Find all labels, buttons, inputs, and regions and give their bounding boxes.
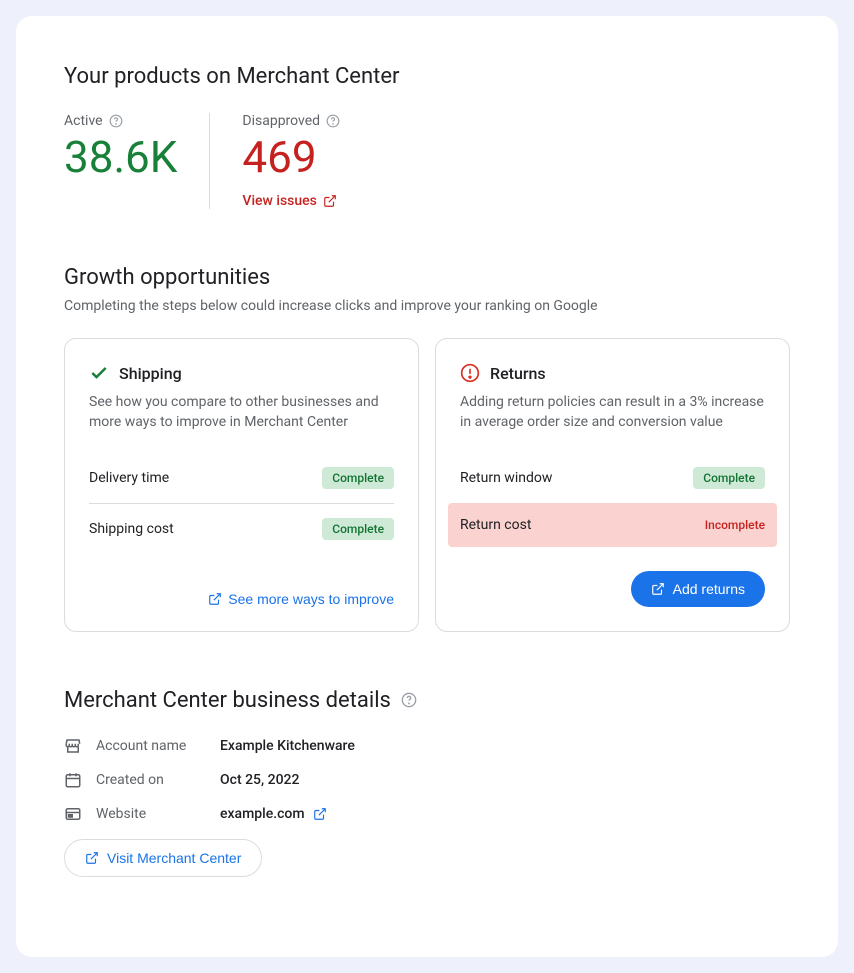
external-link-icon bbox=[313, 807, 327, 821]
check-icon bbox=[89, 363, 109, 383]
disapproved-label-row: Disapproved bbox=[242, 113, 340, 129]
growth-subtitle: Completing the steps below could increas… bbox=[64, 298, 790, 314]
website-label: Website bbox=[96, 806, 206, 822]
account-label: Account name bbox=[96, 738, 206, 754]
row-label: Return cost bbox=[460, 517, 531, 533]
returns-row-window: Return window Complete bbox=[460, 453, 765, 503]
active-value: 38.6K bbox=[64, 133, 177, 181]
visit-merchant-center-button[interactable]: Visit Merchant Center bbox=[64, 839, 262, 877]
row-label: Return window bbox=[460, 470, 552, 486]
returns-desc: Adding return policies can result in a 3… bbox=[460, 393, 765, 432]
view-issues-label: View issues bbox=[242, 193, 316, 209]
account-value: Example Kitchenware bbox=[220, 738, 355, 754]
created-row: Created on Oct 25, 2022 bbox=[64, 771, 790, 789]
shipping-desc: See how you compare to other businesses … bbox=[89, 393, 394, 432]
help-icon[interactable] bbox=[326, 114, 340, 128]
website-link[interactable]: example.com bbox=[220, 806, 327, 822]
website-icon bbox=[64, 805, 82, 823]
account-row: Account name Example Kitchenware bbox=[64, 737, 790, 755]
disapproved-label: Disapproved bbox=[242, 113, 320, 129]
returns-footer: Add returns bbox=[460, 547, 765, 607]
see-more-label: See more ways to improve bbox=[228, 591, 394, 607]
status-badge: Complete bbox=[322, 518, 394, 540]
returns-header: Returns bbox=[460, 363, 765, 383]
returns-card: Returns Adding return policies can resul… bbox=[435, 338, 790, 631]
help-icon[interactable] bbox=[401, 692, 417, 708]
external-link-icon bbox=[651, 582, 665, 596]
see-more-button[interactable]: See more ways to improve bbox=[208, 591, 394, 607]
opportunity-cards: Shipping See how you compare to other bu… bbox=[64, 338, 790, 631]
row-label: Shipping cost bbox=[89, 521, 174, 537]
returns-row-cost: Return cost Incomplete bbox=[448, 503, 777, 547]
active-stat: Active 38.6K bbox=[64, 113, 209, 209]
details-title: Merchant Center business details bbox=[64, 688, 391, 713]
active-label: Active bbox=[64, 113, 103, 129]
disapproved-stat: Disapproved 469 View issues bbox=[209, 113, 372, 209]
website-value: example.com bbox=[220, 806, 305, 822]
calendar-icon bbox=[64, 771, 82, 789]
add-returns-label: Add returns bbox=[673, 581, 745, 597]
returns-title: Returns bbox=[490, 364, 546, 383]
shipping-header: Shipping bbox=[89, 363, 394, 383]
stats-row: Active 38.6K Disapproved 469 View issues bbox=[64, 113, 790, 209]
created-value: Oct 25, 2022 bbox=[220, 772, 299, 788]
products-title: Your products on Merchant Center bbox=[64, 64, 790, 89]
add-returns-button[interactable]: Add returns bbox=[631, 571, 765, 607]
shipping-title: Shipping bbox=[119, 364, 182, 383]
website-row: Website example.com bbox=[64, 805, 790, 823]
visit-label: Visit Merchant Center bbox=[107, 850, 241, 866]
status-badge: Complete bbox=[322, 467, 394, 489]
created-label: Created on bbox=[96, 772, 206, 788]
help-icon[interactable] bbox=[109, 114, 123, 128]
active-label-row: Active bbox=[64, 113, 177, 129]
shipping-footer: See more ways to improve bbox=[89, 567, 394, 607]
view-issues-link[interactable]: View issues bbox=[242, 193, 340, 209]
row-label: Delivery time bbox=[89, 470, 169, 486]
storefront-icon bbox=[64, 737, 82, 755]
shipping-row-delivery: Delivery time Complete bbox=[89, 453, 394, 504]
external-link-icon bbox=[85, 851, 99, 865]
growth-title: Growth opportunities bbox=[64, 265, 790, 290]
external-link-icon bbox=[323, 194, 337, 208]
shipping-card: Shipping See how you compare to other bu… bbox=[64, 338, 419, 631]
external-link-icon bbox=[208, 592, 222, 606]
shipping-row-cost: Shipping cost Complete bbox=[89, 504, 394, 554]
main-panel: Your products on Merchant Center Active … bbox=[16, 16, 838, 957]
alert-icon bbox=[460, 363, 480, 383]
status-badge: Complete bbox=[693, 467, 765, 489]
details-title-row: Merchant Center business details bbox=[64, 688, 790, 713]
disapproved-value: 469 bbox=[242, 133, 340, 181]
status-badge: Incomplete bbox=[705, 518, 765, 532]
